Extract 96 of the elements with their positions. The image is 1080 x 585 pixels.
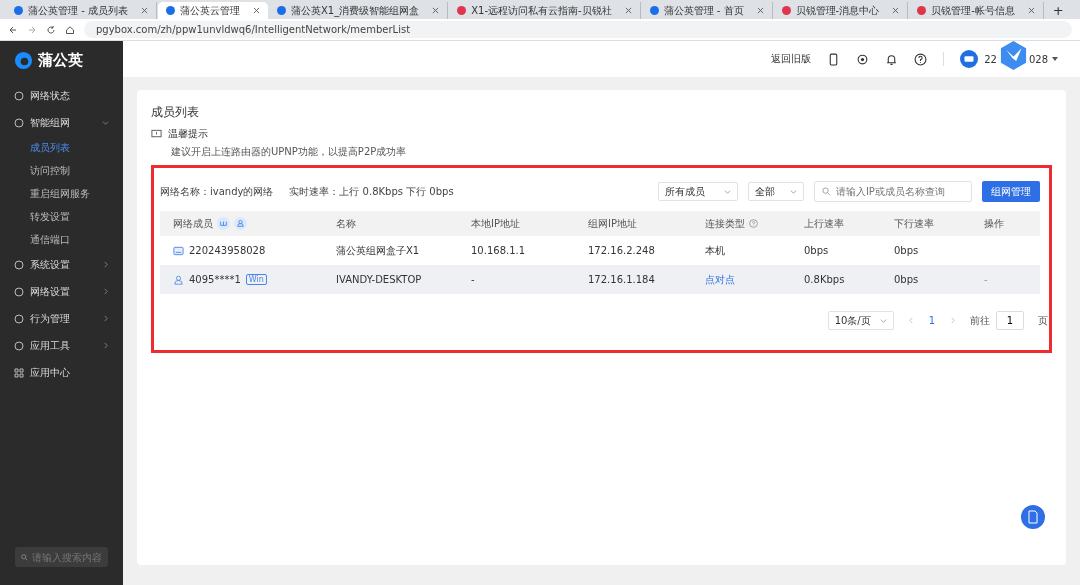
user-filter-icon[interactable] — [234, 217, 247, 230]
chevron-right-icon — [102, 261, 109, 268]
column-header: 网络成员 — [173, 216, 213, 231]
sidebar-item[interactable]: 网络设置 — [0, 278, 123, 305]
table-cell: 172.16.1.184 — [588, 274, 655, 285]
chevron-down-icon — [790, 188, 797, 195]
table-cell: 0bps — [804, 245, 829, 256]
chevron-down-icon — [879, 317, 887, 324]
sidebar-item[interactable]: 智能组网 — [0, 109, 123, 136]
new-tab-button[interactable]: + — [1044, 2, 1072, 19]
close-icon[interactable] — [140, 7, 148, 14]
column-header: 操作 — [984, 216, 1004, 231]
table-cell: 10.168.1.1 — [471, 245, 526, 256]
page-title: 成员列表 — [151, 104, 200, 121]
menu-icon — [14, 90, 24, 101]
old-version-link[interactable]: 返回旧版 — [771, 52, 812, 66]
network-name: 网络名称：ivandy的网络 — [160, 184, 274, 199]
column-header: 下行速率 — [894, 216, 934, 231]
avatar-icon[interactable] — [960, 50, 979, 68]
chevron-down-icon — [102, 119, 109, 126]
os-tag: Win — [245, 274, 267, 285]
chevron-right-icon — [102, 315, 109, 322]
close-icon[interactable] — [756, 7, 764, 14]
close-icon[interactable] — [252, 7, 260, 14]
tip-title: 温馨提示 — [168, 127, 208, 141]
sidebar-subitem[interactable]: 访问控制 — [0, 159, 123, 182]
brand-name: 蒲公英 — [38, 51, 83, 70]
column-header: 名称 — [336, 216, 356, 231]
table-cell: - — [984, 274, 988, 285]
sidebar-item[interactable]: 应用中心 — [0, 359, 123, 386]
document-icon[interactable] — [1021, 505, 1045, 529]
member-id: 4095****1 — [189, 274, 241, 285]
close-icon[interactable] — [432, 7, 440, 14]
sidebar-subitem[interactable]: 成员列表 — [0, 136, 123, 159]
table-cell: 172.16.2.248 — [588, 245, 655, 256]
column-header: 连接类型 — [705, 216, 745, 231]
menu-icon — [14, 259, 24, 270]
sidebar-item[interactable]: 行为管理 — [0, 305, 123, 332]
username-text[interactable]: 22 — [984, 53, 997, 65]
table-cell: - — [471, 274, 475, 285]
menu-icon — [14, 367, 24, 378]
type-filter-dropdown[interactable]: 全部 — [748, 182, 804, 201]
browser-tab[interactable]: 蒲公英云管理 — [157, 2, 268, 19]
chevron-right-icon — [102, 342, 109, 349]
menu-icon — [14, 286, 24, 297]
close-icon[interactable] — [892, 7, 900, 14]
page-size-dropdown[interactable]: 10条/页 — [827, 311, 894, 330]
column-header: 本地IP地址 — [471, 216, 520, 231]
member-search-field[interactable]: 请输入IP或成员名称查询 — [814, 181, 972, 202]
realtime-rate: 实时速率：上行 0.8Kbps 下行 0bps — [289, 184, 454, 199]
member-id: 220243958028 — [189, 245, 266, 256]
bell-icon[interactable] — [885, 52, 899, 66]
menu-icon — [14, 313, 24, 324]
member-filter-dropdown[interactable]: 所有成员 — [658, 182, 738, 201]
username-text[interactable]: 028 — [1028, 53, 1048, 65]
sidebar-item[interactable]: 系统设置 — [0, 251, 123, 278]
device-icon — [173, 245, 184, 256]
user-icon — [173, 274, 184, 285]
goto-label: 前往 — [970, 313, 990, 328]
chevron-down-icon — [724, 188, 731, 195]
goto-page-field[interactable]: 1 — [996, 311, 1024, 330]
sidebar-subitem[interactable]: 通信端口 — [0, 228, 123, 251]
close-icon[interactable] — [624, 7, 632, 14]
table-cell: 本机 — [705, 243, 725, 258]
tip-text: 建议开启上连路由器的UPNP功能，以提高P2P成功率 — [171, 145, 408, 159]
chevron-right-icon — [102, 288, 109, 295]
column-header: 组网IP地址 — [588, 216, 637, 231]
table-cell: 0.8Kbps — [804, 274, 845, 285]
sidebar-item[interactable]: 网络状态 — [0, 82, 123, 109]
sidebar-subitem[interactable]: 重启组网服务 — [0, 182, 123, 205]
page-unit-label: 页 — [1038, 313, 1048, 328]
menu-icon — [14, 117, 24, 128]
back-icon[interactable] — [8, 24, 18, 35]
caret-icon — [1052, 57, 1058, 61]
monitor-icon — [151, 129, 162, 139]
table-cell: 0bps — [894, 274, 919, 285]
logo-icon — [14, 51, 33, 70]
address-bar[interactable]: pgybox.com/zh/ppw1unvldwq6/IntelligentNetwork/memberList — [84, 21, 1072, 38]
search-icon — [21, 552, 28, 562]
sidebar-item[interactable]: 应用工具 — [0, 332, 123, 359]
table-cell: 蒲公英组网盒子X1 — [336, 243, 420, 258]
help-icon[interactable] — [914, 52, 928, 66]
close-icon[interactable] — [1027, 7, 1035, 14]
forward-icon[interactable] — [27, 24, 37, 35]
column-header: 上行速率 — [804, 216, 844, 231]
table-cell: 0bps — [894, 245, 919, 256]
home-icon[interactable] — [65, 24, 75, 35]
table-cell: IVANDY-DESKTOP — [336, 274, 422, 285]
device-filter-icon[interactable] — [217, 217, 230, 230]
network-manage-button[interactable]: 组网管理 — [982, 181, 1040, 202]
page-number[interactable]: 1 — [928, 315, 935, 326]
search-icon — [822, 187, 831, 196]
reload-icon[interactable] — [46, 24, 56, 35]
menu-icon — [14, 340, 24, 351]
sidebar-subitem[interactable]: 转发设置 — [0, 205, 123, 228]
connection-link[interactable]: 点对点 — [705, 272, 735, 287]
